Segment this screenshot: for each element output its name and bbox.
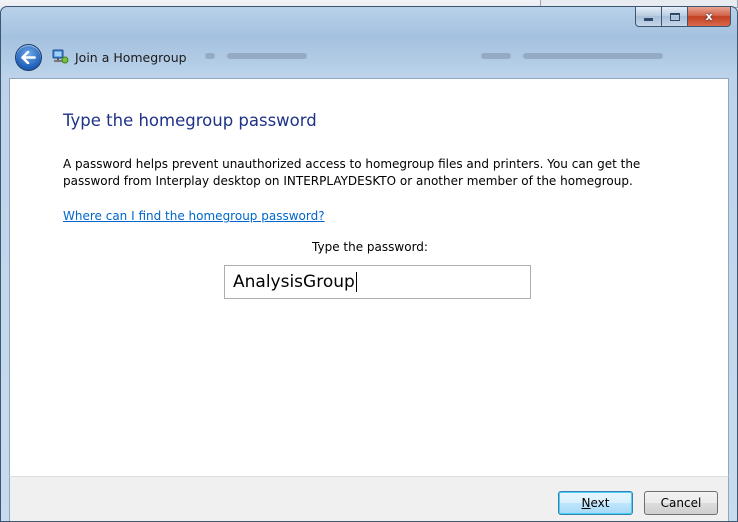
maximize-icon — [669, 12, 680, 21]
text-caret — [355, 272, 357, 292]
ghost-breadcrumb — [227, 53, 307, 59]
ghost-refresh — [481, 53, 511, 59]
dialog-title: Join a Homegroup — [75, 49, 187, 65]
ghost-chevron — [205, 53, 215, 59]
back-button[interactable] — [15, 43, 42, 71]
password-value: AnalysisGroup — [233, 272, 355, 292]
minimize-icon — [644, 18, 653, 21]
help-link[interactable]: Where can I find the homegroup password? — [63, 209, 325, 223]
next-button[interactable]: Next — [558, 491, 633, 515]
navigation-bar: Join a Homegroup — [15, 43, 725, 71]
password-input[interactable]: AnalysisGroup — [224, 265, 531, 299]
minimize-button[interactable] — [635, 7, 661, 27]
close-icon: x — [705, 10, 713, 23]
content-panel: Type the homegroup password A password h… — [9, 78, 729, 476]
password-label: Type the password: — [312, 240, 428, 254]
page-heading: Type the homegroup password — [63, 111, 317, 130]
cancel-label: Cancel — [660, 496, 702, 510]
description-text: A password helps prevent unauthorized ac… — [63, 157, 641, 188]
ghost-search — [523, 53, 663, 59]
button-bar: Next Cancel — [9, 476, 729, 521]
maximize-button[interactable] — [661, 7, 687, 27]
next-label: ext — [590, 496, 610, 510]
close-button[interactable]: x — [687, 7, 731, 27]
next-mnemonic: N — [581, 496, 591, 510]
background-address-bar — [205, 47, 705, 65]
homegroup-icon — [52, 49, 69, 64]
cancel-button[interactable]: Cancel — [644, 491, 718, 515]
caption-buttons: x — [635, 7, 731, 27]
back-arrow-icon — [21, 50, 36, 64]
join-homegroup-dialog: x Join a Homegroup Type the homegroup pa… — [0, 6, 738, 522]
